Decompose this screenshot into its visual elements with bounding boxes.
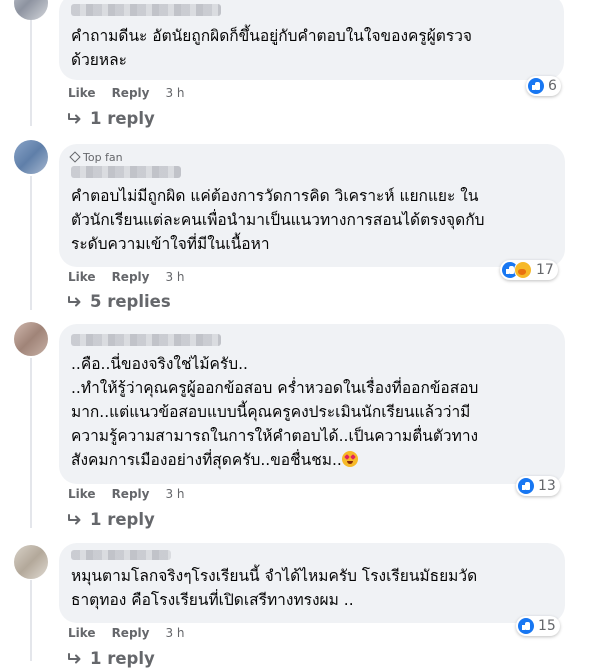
comment-timestamp[interactable]: 3 h xyxy=(165,86,184,100)
comment-actions: Like Reply 3 h xyxy=(68,487,185,501)
diamond-icon xyxy=(69,151,81,163)
comment-text: คำถามดีนะ อัตนัยถูกผิดก็ขึ้นอยู่กับคำตอบ… xyxy=(71,27,472,69)
top-fan-badge: Top fan xyxy=(69,150,553,164)
comment-text: คำตอบไม่มีถูกผิด แค่ต้องการวัดการคิด วิเ… xyxy=(71,187,485,253)
avatar[interactable] xyxy=(14,140,48,174)
reaction-summary[interactable]: 6 xyxy=(526,76,561,96)
comment-bubble: คำถามดีนะ อัตนัยถูกผิดก็ขึ้นอยู่กับคำตอบ… xyxy=(59,0,564,80)
view-replies-button[interactable]: 5 replies xyxy=(68,292,171,311)
heart-eyes-emoji xyxy=(341,451,358,467)
avatar[interactable] xyxy=(14,0,48,20)
commenter-name-blurred[interactable] xyxy=(71,166,181,178)
reply-arrow-icon xyxy=(68,295,81,306)
comment-timestamp[interactable]: 3 h xyxy=(165,270,184,284)
like-button[interactable]: Like xyxy=(68,86,96,100)
avatar[interactable] xyxy=(14,322,48,356)
view-replies-button[interactable]: 1 reply xyxy=(68,649,155,668)
comment-actions: Like Reply 3 h xyxy=(68,270,185,284)
like-button[interactable]: Like xyxy=(68,270,96,284)
reaction-summary[interactable]: 15 xyxy=(516,616,560,636)
reply-arrow-icon xyxy=(68,652,81,663)
comment-timestamp[interactable]: 3 h xyxy=(165,626,184,640)
comment-timestamp[interactable]: 3 h xyxy=(165,487,184,501)
reply-arrow-icon xyxy=(68,112,81,123)
reply-button[interactable]: Reply xyxy=(112,626,150,640)
thumbs-up-icon xyxy=(528,78,544,94)
reply-button[interactable]: Reply xyxy=(112,270,150,284)
thread-line xyxy=(30,176,32,310)
comment-bubble: หมุนตามโลกจริงๆโรงเรียนนี้ จำได้ไหมครับ … xyxy=(59,543,565,623)
comment-text: ..คือ..นี่ของจริงใช่ไม้ครับ.. ..ทำให้รู้… xyxy=(71,355,479,469)
comment-text: หมุนตามโลกจริงๆโรงเรียนนี้ จำได้ไหมครับ … xyxy=(71,567,478,609)
avatar[interactable] xyxy=(14,545,48,579)
reaction-summary[interactable]: 13 xyxy=(516,476,560,496)
care-face-icon xyxy=(514,261,532,279)
like-button[interactable]: Like xyxy=(68,487,96,501)
commenter-name-blurred[interactable] xyxy=(71,4,221,16)
like-button[interactable]: Like xyxy=(68,626,96,640)
reply-arrow-icon xyxy=(68,513,81,524)
reply-button[interactable]: Reply xyxy=(112,86,150,100)
reply-button[interactable]: Reply xyxy=(112,487,150,501)
comment-bubble: ..คือ..นี่ของจริงใช่ไม้ครับ.. ..ทำให้รู้… xyxy=(59,324,565,484)
commenter-name-blurred[interactable] xyxy=(71,334,221,346)
reaction-summary[interactable]: 17 xyxy=(500,260,558,280)
thread-line xyxy=(30,580,32,661)
commenter-name-blurred[interactable] xyxy=(71,550,171,560)
thumbs-up-icon xyxy=(518,478,534,494)
thread-line xyxy=(30,358,32,528)
thumbs-up-icon xyxy=(518,618,534,634)
view-replies-button[interactable]: 1 reply xyxy=(68,510,155,529)
comment-actions: Like Reply 3 h xyxy=(68,626,185,640)
view-replies-button[interactable]: 1 reply xyxy=(68,109,155,128)
comment-bubble: Top fan คำตอบไม่มีถูกผิด แค่ต้องการวัดกา… xyxy=(59,144,565,267)
comment-actions: Like Reply 3 h xyxy=(68,86,185,100)
